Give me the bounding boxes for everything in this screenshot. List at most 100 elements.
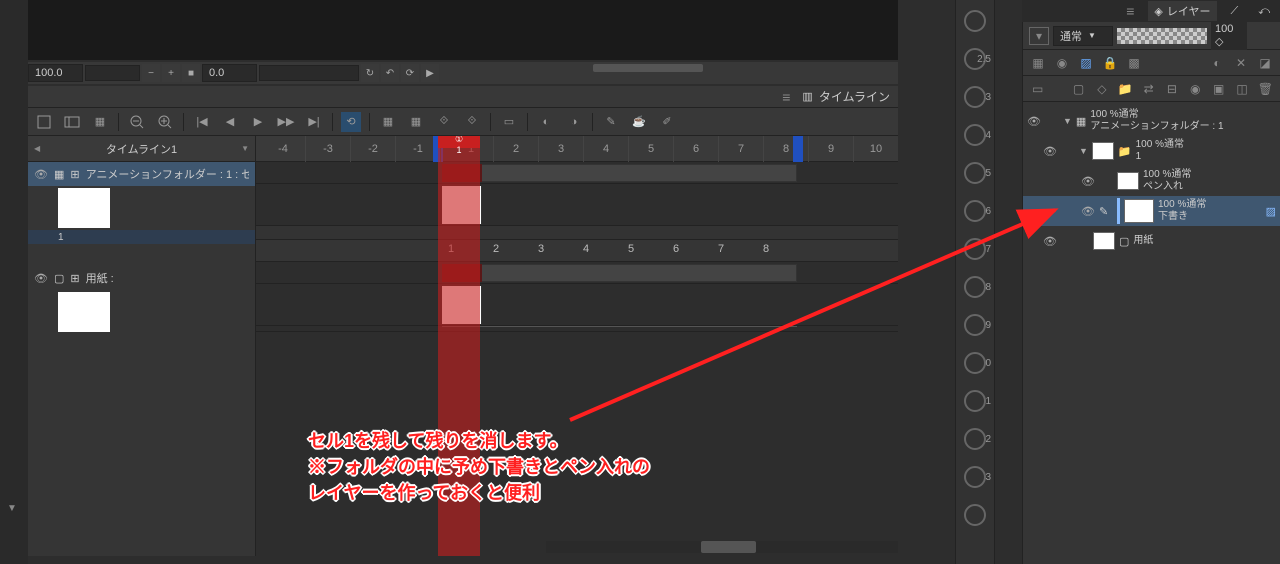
- track-thumbnail[interactable]: [58, 188, 110, 228]
- zoom-slider[interactable]: [85, 65, 140, 81]
- marker-button[interactable]: [964, 504, 986, 526]
- scroll-arrow-icon[interactable]: ▼: [7, 503, 17, 514]
- marker-button[interactable]: [964, 162, 986, 184]
- position-input[interactable]: 0.0: [202, 64, 257, 82]
- merge-button[interactable]: ⊟: [1163, 80, 1180, 98]
- timeline-toolbar: ▦ |◀ ◀ ▶ ▶▶ ▶| ⟲ ▦ ▦ ⟐ ⟐ ▭ ◐ ◑ ✎ ☕ ✐: [28, 108, 898, 136]
- track-lane[interactable]: [256, 162, 898, 184]
- delete-layer-button[interactable]: 🗑: [1257, 80, 1274, 98]
- next-frame-button[interactable]: ▶▶: [276, 112, 296, 132]
- visibility-icon[interactable]: 👁: [1043, 145, 1057, 158]
- clip-icon[interactable]: ▦: [1029, 54, 1047, 72]
- layer-row-animation-folder[interactable]: 👁 ▼ ▦ 100 %通常 アニメーションフォルダー : 1: [1023, 106, 1280, 136]
- ruler-tick: 7: [719, 136, 764, 162]
- marker-button[interactable]: [964, 124, 986, 146]
- visibility-icon[interactable]: 👁: [1081, 175, 1095, 188]
- collapse-icon[interactable]: ▼: [1063, 116, 1072, 126]
- expand-icon[interactable]: ⊞: [70, 168, 79, 181]
- new-cel-button[interactable]: ▦: [378, 112, 398, 132]
- position-slider[interactable]: [259, 65, 359, 81]
- draft-icon[interactable]: ▨: [1077, 54, 1095, 72]
- movie-icon[interactable]: ▭: [1029, 80, 1046, 98]
- apply-mask-button[interactable]: ◫: [1233, 80, 1250, 98]
- layer-row-folder-1[interactable]: 👁 ▼ 📁 100 %通常 1: [1023, 136, 1280, 166]
- prev-frame-button[interactable]: ◀: [220, 112, 240, 132]
- horizontal-scrollbar[interactable]: [546, 541, 898, 553]
- scrollbar-thumb[interactable]: [701, 541, 756, 553]
- color-swatch-button[interactable]: ▾: [1029, 27, 1049, 45]
- undo-button[interactable]: ↶: [381, 64, 399, 82]
- blend-mode-select[interactable]: 通常▼: [1053, 26, 1113, 46]
- visibility-icon[interactable]: 👁: [1027, 115, 1041, 128]
- marker-button[interactable]: [964, 10, 986, 32]
- cel-block[interactable]: [442, 164, 482, 182]
- transfer-button[interactable]: ⇄: [1140, 80, 1157, 98]
- visibility-icon[interactable]: 👁: [34, 168, 48, 181]
- visibility-icon[interactable]: 👁: [1081, 205, 1095, 218]
- marker-button[interactable]: [964, 428, 986, 450]
- onion-button[interactable]: ◐: [536, 112, 556, 132]
- tab-layers[interactable]: ◈ レイヤー: [1148, 1, 1216, 21]
- canvas-scrollbar[interactable]: [593, 64, 703, 72]
- zoom-input[interactable]: 100.0: [28, 64, 83, 82]
- clip-bar[interactable]: [442, 164, 797, 182]
- playhead-indicator[interactable]: ① 1: [438, 136, 480, 148]
- cel-spec-button[interactable]: ▦: [406, 112, 426, 132]
- collapse-icon[interactable]: ▼: [1079, 146, 1088, 156]
- onion-settings-button[interactable]: ◑: [564, 112, 584, 132]
- opacity-input[interactable]: 100 ◇: [1211, 21, 1247, 50]
- cel-block[interactable]: [442, 264, 482, 282]
- zoom-in-button[interactable]: [155, 112, 175, 132]
- canvas-area[interactable]: [28, 0, 898, 60]
- opacity-slider[interactable]: [1117, 28, 1207, 44]
- cel-thumb[interactable]: [442, 186, 482, 224]
- layer-row-pen[interactable]: 👁 100 %通常 ペン入れ: [1023, 166, 1280, 196]
- play-button[interactable]: ▶: [248, 112, 268, 132]
- new-folder-button[interactable]: 📁: [1117, 80, 1134, 98]
- lock-icon[interactable]: 🔒: [1101, 54, 1119, 72]
- marker-button[interactable]: [964, 86, 986, 108]
- go-end-button[interactable]: ▶|: [304, 112, 324, 132]
- plus-button[interactable]: +: [162, 64, 180, 82]
- track-thumbnail[interactable]: [58, 292, 110, 332]
- tab-history[interactable]: ⤺: [1252, 3, 1276, 20]
- combine-button[interactable]: ◉: [1187, 80, 1204, 98]
- marker-button[interactable]: [964, 466, 986, 488]
- timeline-settings-button[interactable]: [62, 112, 82, 132]
- pen-tool-button[interactable]: ✎: [601, 112, 621, 132]
- visibility-icon[interactable]: 👁: [34, 272, 48, 285]
- menu-icon[interactable]: ≡: [782, 89, 790, 105]
- minus-button[interactable]: −: [142, 64, 160, 82]
- edit-button[interactable]: ✐: [657, 112, 677, 132]
- zoom-out-button[interactable]: [127, 112, 147, 132]
- ruler-icon[interactable]: ✕: [1232, 54, 1250, 72]
- light-table-button[interactable]: ☕: [629, 112, 649, 132]
- link-button[interactable]: ⟐: [434, 112, 454, 132]
- lock-trans-icon[interactable]: ▩: [1125, 54, 1143, 72]
- stop-button[interactable]: ■: [182, 64, 200, 82]
- skip-button[interactable]: ▶: [421, 64, 439, 82]
- track-header-animation-folder[interactable]: 👁 ▦ ⊞ アニメーションフォルダー : 1 : セ: [28, 162, 255, 186]
- expand-icon[interactable]: ⊞: [70, 272, 79, 285]
- mask-new-button[interactable]: ▣: [1210, 80, 1227, 98]
- loop-button[interactable]: ⟲: [341, 112, 361, 132]
- history-button[interactable]: ⟳: [401, 64, 419, 82]
- select-button[interactable]: ▭: [499, 112, 519, 132]
- track-header-paper[interactable]: 👁 ▢ ⊞ 用紙 :: [28, 266, 255, 290]
- tab-other[interactable]: ⟋: [1225, 3, 1245, 20]
- menu-icon[interactable]: ≡: [1126, 3, 1134, 19]
- timeline-ruler[interactable]: -4 -3 -2 -1 1 2 3 4 5 6 7 8 9 10: [256, 136, 898, 162]
- ref-icon[interactable]: ◉: [1053, 54, 1071, 72]
- cel-thumb[interactable]: [442, 286, 482, 324]
- cel-button[interactable]: ▦: [90, 112, 110, 132]
- layer-color-icon[interactable]: ◪: [1256, 54, 1274, 72]
- timeline-selector[interactable]: タイムライン1: [28, 136, 255, 162]
- refresh-button[interactable]: ↻: [361, 64, 379, 82]
- track-label: アニメーションフォルダー : 1 : セ: [86, 166, 249, 182]
- go-start-button[interactable]: |◀: [192, 112, 212, 132]
- new-raster-layer-button[interactable]: ▢: [1070, 80, 1087, 98]
- mask-icon[interactable]: ◐: [1208, 54, 1226, 72]
- new-vector-layer-button[interactable]: ◇: [1093, 80, 1110, 98]
- unlink-button[interactable]: ⟐: [462, 112, 482, 132]
- new-timeline-button[interactable]: [34, 112, 54, 132]
